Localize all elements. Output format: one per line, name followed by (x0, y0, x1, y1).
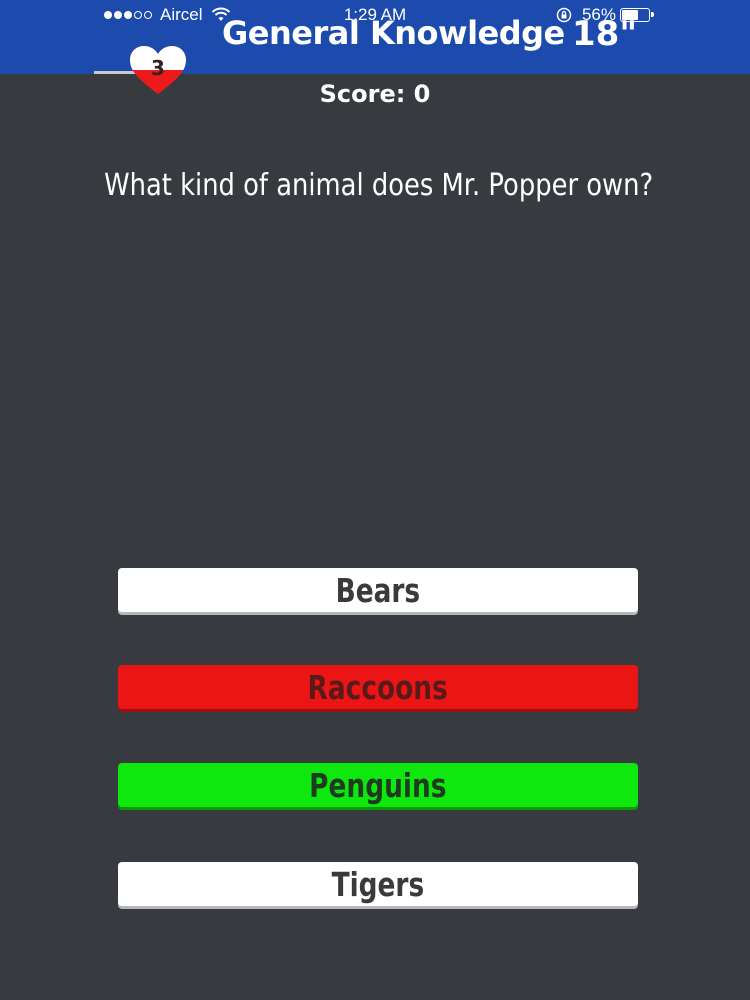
score-label: Score: 0 (319, 80, 431, 108)
answer-button-bears[interactable]: Bears (118, 568, 638, 612)
answer-button-penguins[interactable]: Penguins (118, 763, 638, 807)
question-text: What kind of animal does Mr. Popper own? (104, 168, 654, 203)
category-title: General Knowledge (222, 14, 565, 52)
battery-tip (651, 12, 654, 17)
countdown-timer: 18" (572, 14, 638, 54)
answer-label: Raccoons (307, 667, 449, 707)
answer-label: Tigers (331, 864, 425, 904)
answer-button-raccoons[interactable]: Raccoons (118, 665, 638, 709)
lives-count: 3 (151, 56, 165, 80)
answer-label: Penguins (309, 765, 447, 805)
answer-button-tigers[interactable]: Tigers (118, 862, 638, 906)
answer-label: Bears (335, 570, 421, 610)
